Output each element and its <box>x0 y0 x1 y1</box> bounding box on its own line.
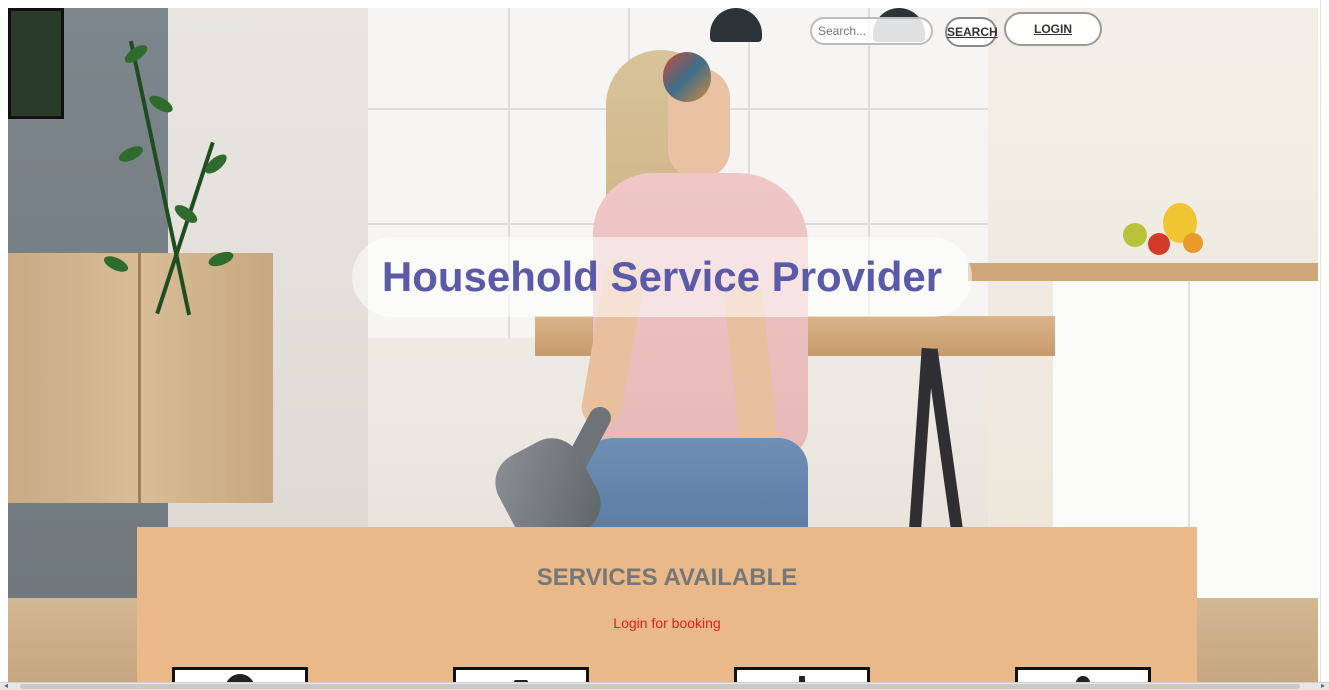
scroll-right-arrow-icon[interactable]: ▸ <box>1321 681 1325 690</box>
search-input[interactable] <box>810 17 933 45</box>
services-panel: SERVICES AVAILABLE Login for booking <box>137 527 1197 690</box>
horizontal-scrollbar[interactable]: ◂ ▸ <box>0 681 1329 690</box>
login-button[interactable]: LOGIN <box>1004 12 1102 46</box>
kitchen-counter-top <box>968 263 1318 281</box>
login-for-booking-note: Login for booking <box>613 615 721 631</box>
page: SEARCH LOGIN Household Service Provider … <box>0 0 1329 690</box>
search-button[interactable]: SEARCH <box>945 17 998 47</box>
vacuum-cleaner-icon <box>483 403 633 559</box>
services-heading: SERVICES AVAILABLE <box>536 564 798 591</box>
scroll-left-arrow-icon[interactable]: ◂ <box>4 681 8 690</box>
page-title: Household Service Provider <box>381 253 943 300</box>
fruit-bowl <box>1123 223 1147 247</box>
tv-screen <box>8 8 64 119</box>
vertical-scroll-edge <box>1320 0 1329 682</box>
scroll-thumb[interactable] <box>20 684 1300 689</box>
title-banner: Household Service Provider <box>352 237 972 317</box>
